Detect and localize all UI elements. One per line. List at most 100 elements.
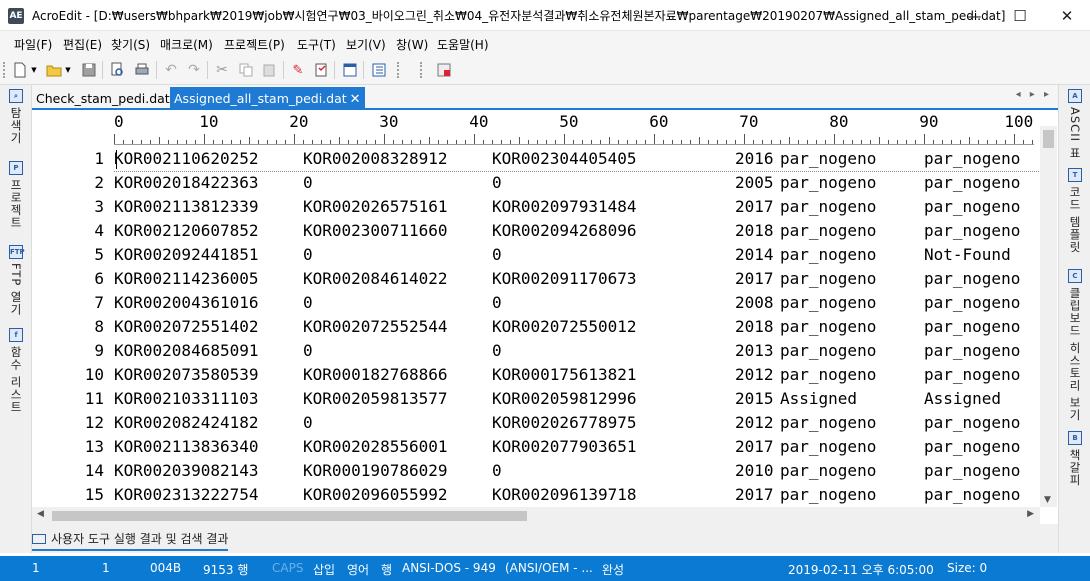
text-editor[interactable]: 0 10 20 30 40 50 60 70 80 90 100 1 2 3 4 5 6 7 8 9 10 11 12 13… [32,111,1058,524]
status-complete[interactable]: 완성 [602,561,624,578]
text-line[interactable]: KOR002073580539 KOR000182768866 KOR0001756… [114,363,1040,387]
right-tab-ascii[interactable]: A ASCII 표 [1059,89,1090,159]
new-file-dropdown-icon[interactable]: ▼ [30,61,38,79]
text-line[interactable]: KOR002004361016 0 0 2008 par_nogeno par_nogen… [114,291,1040,315]
column-ruler: 0 10 20 30 40 50 60 70 80 90 100 [32,111,1040,147]
left-tab-explorer[interactable]: ⌕ 탐색기 [0,89,32,145]
open-folder-icon[interactable] [45,61,63,79]
list-icon[interactable] [370,61,388,79]
calc-icon[interactable] [435,61,453,79]
text-field: KOR002300711660 [303,221,448,240]
line-number: 2 [94,173,104,192]
status-language[interactable]: 영어 [347,561,369,578]
text-field: 0 [492,461,502,480]
minimize-button[interactable]: — [951,0,997,31]
new-file-icon[interactable] [11,61,29,79]
status-encoding[interactable]: ANSI-DOS - 949 [402,561,496,575]
text-field: 0 [492,173,502,192]
text-content[interactable]: KOR002110620252 KOR002008328912 KOR0023044… [114,147,1040,507]
toolbar-grip[interactable] [3,62,6,78]
text-line[interactable]: KOR002110620252 KOR002008328912 KOR0023044… [114,147,1040,172]
toolbar-grip[interactable] [420,62,423,78]
text-line[interactable]: KOR002313222754 KOR002096055992 KOR0020961… [114,483,1040,507]
paste-icon[interactable] [260,61,278,79]
menu-tools[interactable]: 도구(T) [297,36,336,53]
menu-find[interactable]: 찾기(S) [111,36,150,53]
text-line[interactable]: KOR002120607852 KOR002300711660 KOR0020942… [114,219,1040,243]
ruler-tick [276,140,277,144]
save-icon[interactable] [80,61,98,79]
horizontal-scroll-thumb[interactable] [52,511,527,521]
text-line[interactable]: KOR002039082143 KOR000190786029 0 2010 par_n… [114,459,1040,483]
scroll-down-arrow-icon[interactable]: ▼ [1044,495,1051,505]
menu-macro[interactable]: 매크로(M) [160,36,213,53]
left-tab-functions[interactable]: f 함수 리스트 [0,328,32,413]
line-number: 7 [94,293,104,312]
vertical-scroll-thumb[interactable] [1043,130,1054,148]
text-line[interactable]: KOR002072551402 KOR002072552544 KOR0020725… [114,315,1040,339]
print-icon[interactable] [133,61,151,79]
menu-file[interactable]: 파일(F) [14,36,52,53]
ruler-tick [1032,140,1033,144]
bookmark-icon[interactable] [312,61,330,79]
text-field: KOR002059812996 [492,389,637,408]
horizontal-scrollbar[interactable]: ◀ ▶ [32,507,1040,524]
ruler-tick [141,140,142,144]
text-line[interactable]: KOR002084685091 0 0 2013 par_nogeno par_nogen… [114,339,1040,363]
status-size: Size: 0 [947,561,988,575]
text-field: par_nogeno [780,293,877,312]
text-field: KOR002114236005 [114,269,259,288]
close-button[interactable]: ✕ [1044,0,1090,31]
ruler-tick [339,137,340,144]
toolbar-grip[interactable] [397,62,400,78]
scroll-right-arrow-icon[interactable]: ▶ [1027,509,1034,519]
text-field: par_nogeno [780,461,877,480]
ruler-tick [753,140,754,144]
status-row-mode[interactable]: 행 [381,561,392,578]
menu-view[interactable]: 보기(V) [346,36,386,53]
ruler-tick [366,140,367,144]
text-field: 2008 [735,293,774,312]
ruler-tick [609,137,610,144]
text-line[interactable]: KOR002103311103 KOR002059813577 KOR0020598… [114,387,1040,411]
window-icon[interactable] [341,61,359,79]
ruler-tick [573,140,574,144]
text-field: KOR002077903651 [492,437,637,456]
text-line[interactable]: KOR002082424182 0 KOR002026778975 2012 par_n… [114,411,1040,435]
text-line[interactable]: KOR002113812339 KOR002026575161 KOR0020979… [114,195,1040,219]
tab-nav-arrows[interactable]: ◂ ▸ ▸ [1016,89,1052,100]
tab-check-stam-pedi[interactable]: Check_stam_pedi.dat [32,87,174,110]
left-tab-ftp[interactable]: FTP FTP 열기 [0,245,32,316]
status-insert-mode[interactable]: 삽입 [313,561,335,578]
tab-assigned-all-stam-pedi[interactable]: Assigned_all_stam_pedi.dat ✕ [170,87,365,110]
right-tab-bookmarks[interactable]: B 책갈피 [1059,431,1090,487]
ruler-tick [879,137,880,144]
text-line[interactable]: KOR002092441851 0 0 2014 par_nogeno Not-Found [114,243,1040,267]
redo-icon[interactable]: ↷ [185,61,203,79]
menu-window[interactable]: 창(W) [396,36,428,53]
ruler-tick [780,140,781,144]
open-dropdown-icon[interactable]: ▼ [64,61,72,79]
left-tab-project[interactable]: P 프로젝트 [0,161,32,229]
menu-edit[interactable]: 편집(E) [63,36,102,53]
menu-help[interactable]: 도움말(H) [437,36,489,53]
vertical-scrollbar[interactable]: ▼ [1040,126,1057,507]
undo-icon[interactable]: ↶ [162,61,180,79]
close-tab-icon[interactable]: ✕ [350,88,361,111]
ruler-tick [744,134,745,144]
output-results-tab[interactable]: 사용자 도구 실행 결과 및 검색 결과 [32,530,229,551]
marker-icon[interactable]: ✎ [289,61,307,79]
text-line[interactable]: KOR002113836340 KOR002028556001 KOR0020779… [114,435,1040,459]
print-preview-icon[interactable] [108,61,126,79]
right-tab-clipboard[interactable]: C 클립보드 히스토리 보기 [1059,269,1090,421]
text-line[interactable]: KOR002114236005 KOR002084614022 KOR0020911… [114,267,1040,291]
copy-icon[interactable] [237,61,255,79]
cut-icon[interactable]: ✂ [213,61,231,79]
right-tab-code-template[interactable]: T 코드 템플릿 [1059,168,1090,253]
maximize-button[interactable]: ☐ [997,0,1043,31]
scroll-left-arrow-icon[interactable]: ◀ [37,509,44,519]
text-line[interactable]: KOR002018422363 0 0 2005 par_nogeno par_nogen… [114,171,1040,195]
menu-project[interactable]: 프로젝트(P) [224,36,285,53]
status-oem[interactable]: (ANSI/OEM - ... [505,561,593,575]
ruler-tick [321,140,322,144]
